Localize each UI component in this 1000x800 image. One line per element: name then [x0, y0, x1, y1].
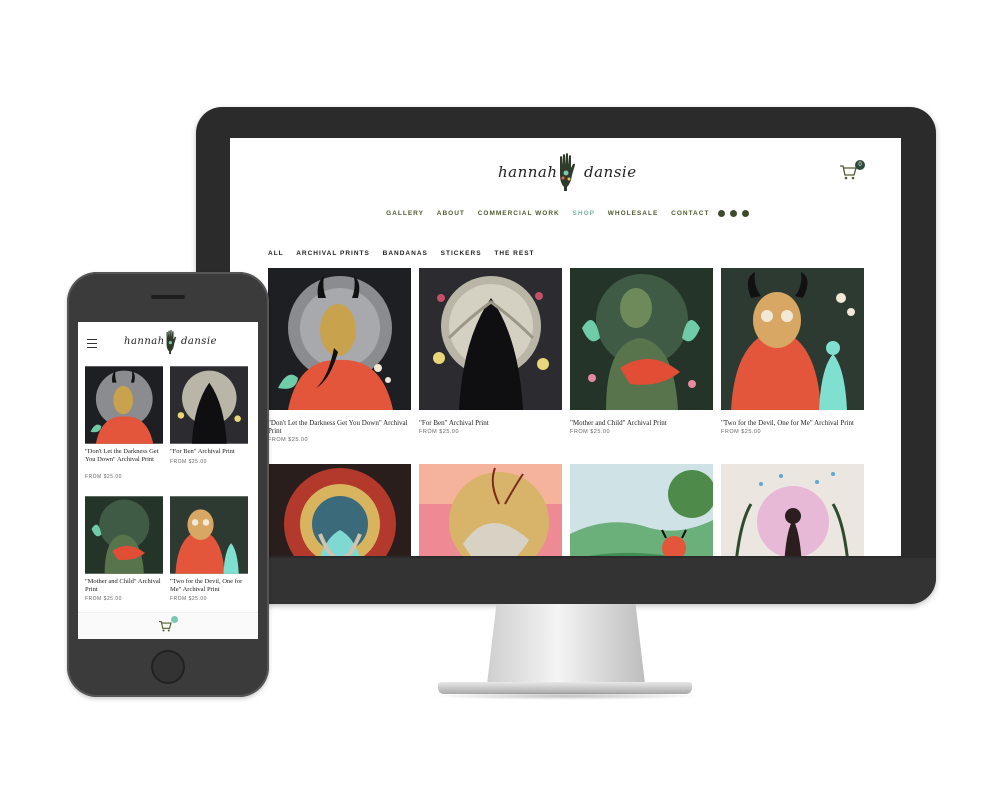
product-price: FROM $25.00	[85, 474, 122, 480]
monitor-stand	[487, 604, 645, 684]
product-image[interactable]	[721, 464, 864, 556]
mobile-logo[interactable]: hannah dansie	[124, 329, 234, 357]
filter-stickers[interactable]: STICKERS	[441, 250, 482, 257]
phone-speaker	[151, 295, 185, 299]
product-price: FROM $25.00	[268, 437, 309, 443]
monitor-chin	[196, 558, 936, 604]
product-title[interactable]: "Don't Let the Darkness Get You Down" Ar…	[268, 419, 411, 435]
logo-word-right: dansie	[181, 336, 218, 347]
filter-archival-prints[interactable]: ARCHIVAL PRINTS	[296, 250, 370, 257]
home-button[interactable]	[151, 650, 185, 684]
product-price: FROM $25.00	[721, 429, 762, 435]
cart-button[interactable]: 0	[839, 160, 865, 182]
product-image[interactable]	[570, 268, 713, 410]
filter-bandanas[interactable]: BANDANAS	[383, 250, 428, 257]
stand-shadow	[430, 692, 702, 700]
nav-gallery[interactable]: GALLERY	[386, 210, 424, 217]
product-image[interactable]	[419, 464, 562, 556]
product-title[interactable]: "For Ben" Archival Print	[419, 419, 562, 427]
product-price: FROM $25.00	[570, 429, 611, 435]
product-title[interactable]: "Two for the Devil, One for Me" Archival…	[170, 578, 250, 593]
filter-the-rest[interactable]: THE REST	[494, 250, 534, 257]
product-image[interactable]	[85, 366, 163, 444]
mobile-cart-button[interactable]	[158, 616, 178, 633]
product-title[interactable]: "Don't Let the Darkness Get You Down" Ar…	[85, 448, 165, 463]
product-title[interactable]: "Mother and Child" Archival Print	[85, 578, 165, 593]
nav-contact[interactable]: CONTACT	[671, 210, 709, 217]
hand-logo-icon	[560, 153, 575, 191]
filter-all[interactable]: ALL	[268, 250, 284, 257]
product-image[interactable]	[419, 268, 562, 410]
nav-commercial-work[interactable]: COMMERCIAL WORK	[478, 210, 560, 217]
nav-wholesale[interactable]: WHOLESALE	[608, 210, 659, 217]
product-image[interactable]	[721, 268, 864, 410]
product-price: FROM $25.00	[170, 596, 207, 602]
mobile-phone: hannah dansie "Don't Let the Darkness Ge…	[67, 272, 269, 697]
product-price: FROM $25.00	[170, 459, 207, 465]
email-icon[interactable]	[741, 210, 749, 217]
nav-shop[interactable]: SHOP	[573, 210, 595, 217]
cart-count-badge: 0	[855, 160, 865, 170]
product-image[interactable]	[268, 464, 411, 556]
mobile-screen: hannah dansie "Don't Let the Darkness Ge…	[78, 322, 258, 639]
product-image[interactable]	[268, 268, 411, 410]
product-image[interactable]	[570, 464, 713, 556]
desktop-screen: hannah dansie 0 GALLERY ABOUT COMMERCIAL…	[230, 138, 901, 556]
category-filters: ALL ARCHIVAL PRINTS BANDANAS STICKERS TH…	[268, 250, 545, 257]
hand-logo-icon	[166, 329, 177, 355]
desktop-monitor: hannah dansie 0 GALLERY ABOUT COMMERCIAL…	[196, 107, 936, 604]
product-price: FROM $25.00	[419, 429, 460, 435]
product-image[interactable]	[170, 496, 248, 574]
main-nav: GALLERY ABOUT COMMERCIAL WORK SHOP WHOLE…	[230, 210, 901, 217]
product-image[interactable]	[170, 366, 248, 444]
mobile-bottom-bar	[78, 612, 258, 639]
logo-word-left: hannah	[498, 163, 558, 181]
facebook-icon[interactable]	[730, 210, 738, 217]
instagram-icon[interactable]	[718, 210, 726, 217]
product-price: FROM $25.00	[85, 596, 122, 602]
product-title[interactable]: "For Ben" Archival Print	[170, 448, 250, 456]
mobile-cart-badge	[171, 616, 178, 623]
product-image[interactable]	[85, 496, 163, 574]
hamburger-menu-icon[interactable]	[87, 339, 97, 348]
product-title[interactable]: "Mother and Child" Archival Print	[570, 419, 713, 427]
cart-icon	[159, 620, 172, 632]
site-logo[interactable]: hannah dansie	[498, 153, 638, 195]
nav-about[interactable]: ABOUT	[437, 210, 465, 217]
logo-word-right: dansie	[584, 163, 637, 181]
logo-word-left: hannah	[124, 336, 165, 347]
product-title[interactable]: "Two for the Devil, One for Me" Archival…	[721, 419, 864, 427]
